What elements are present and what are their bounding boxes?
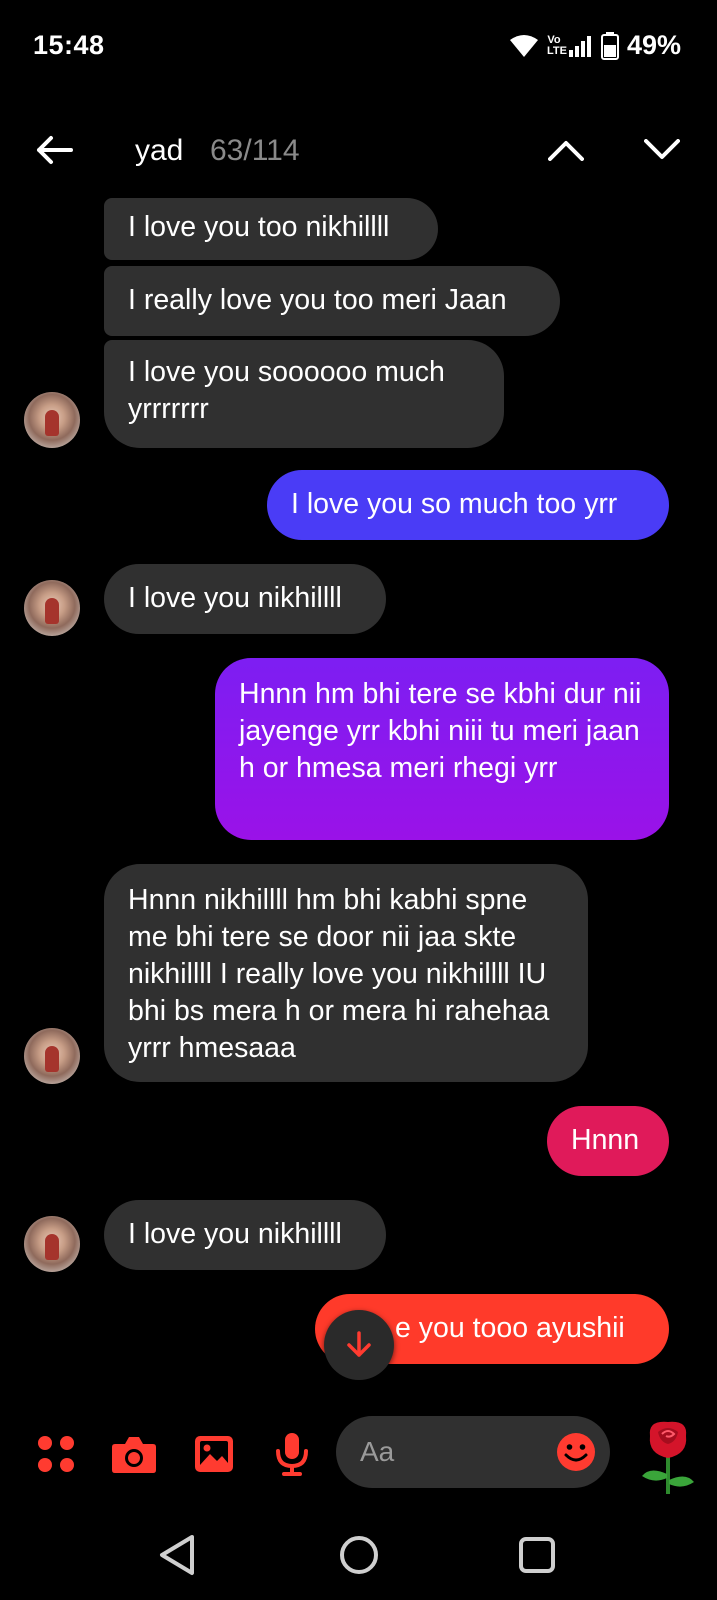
status-icons: Vo LTE 49%	[509, 30, 681, 61]
message-incoming[interactable]: I love you too nikhillll	[104, 198, 438, 260]
system-recents-button[interactable]	[512, 1530, 562, 1580]
search-term: yad	[135, 134, 184, 167]
microphone-icon	[276, 1433, 308, 1476]
previous-result-button[interactable]	[542, 128, 590, 172]
back-button[interactable]	[30, 128, 78, 172]
gallery-button[interactable]	[190, 1430, 238, 1478]
message-incoming[interactable]: I love you nikhillll	[104, 1200, 386, 1270]
gallery-icon	[195, 1436, 233, 1472]
rose-icon	[642, 1421, 694, 1494]
message-incoming[interactable]: Hnnn nikhillll hm bhi kabhi spne me bhi …	[104, 864, 588, 1082]
message-list[interactable]: I love you too nikhillll I really love y…	[0, 196, 717, 1396]
avatar[interactable]	[24, 1028, 80, 1084]
composer	[0, 1410, 717, 1510]
next-result-button[interactable]	[638, 128, 686, 172]
search-result-count: 63/114	[210, 134, 300, 167]
system-back-button[interactable]	[152, 1530, 202, 1580]
status-time: 15:48	[33, 30, 105, 60]
system-home-button[interactable]	[334, 1530, 384, 1580]
volte-icon: Vo LTE	[546, 33, 567, 57]
avatar[interactable]	[24, 580, 80, 636]
voice-message-button[interactable]	[268, 1430, 316, 1478]
system-navigation-bar	[0, 1512, 717, 1600]
search-header: yad 63/114	[0, 110, 717, 190]
square-recents-icon	[519, 1537, 555, 1573]
chevron-down-icon	[644, 139, 680, 159]
message-input-field[interactable]	[336, 1416, 610, 1488]
apps-grid-icon	[38, 1436, 74, 1472]
triangle-back-icon	[160, 1535, 194, 1575]
message-incoming[interactable]: I really love you too meri Jaan	[104, 266, 560, 336]
message-outgoing[interactable]: I love you so much too yrr	[267, 470, 669, 540]
message-outgoing[interactable]: Hnnn hm bhi tere se kbhi dur nii jayenge…	[215, 658, 669, 840]
message-incoming[interactable]: I love you nikhillll	[104, 564, 386, 634]
camera-button[interactable]	[110, 1430, 158, 1478]
wifi-icon	[509, 34, 539, 58]
circle-home-icon	[340, 1536, 378, 1574]
message-input[interactable]	[360, 1434, 540, 1470]
scroll-to-bottom-button[interactable]	[324, 1310, 394, 1380]
emoji-button[interactable]	[556, 1432, 596, 1472]
apps-button[interactable]	[32, 1430, 80, 1478]
battery-icon	[600, 31, 619, 60]
back-arrow-icon	[37, 136, 73, 164]
status-bar: 15:48 Vo LTE 49%	[0, 0, 717, 96]
chevron-up-icon	[548, 141, 584, 161]
message-incoming[interactable]: I love you soooooo much yrrrrrrr	[104, 340, 504, 448]
avatar[interactable]	[24, 392, 80, 448]
avatar[interactable]	[24, 1216, 80, 1272]
camera-icon	[112, 1437, 156, 1473]
signal-icon	[568, 35, 593, 57]
battery-percent: 49%	[626, 30, 681, 60]
quick-reaction-button[interactable]	[636, 1416, 700, 1496]
arrow-down-icon	[347, 1331, 371, 1357]
message-outgoing[interactable]: Hnnn	[547, 1106, 669, 1176]
emoji-icon	[557, 1433, 595, 1471]
